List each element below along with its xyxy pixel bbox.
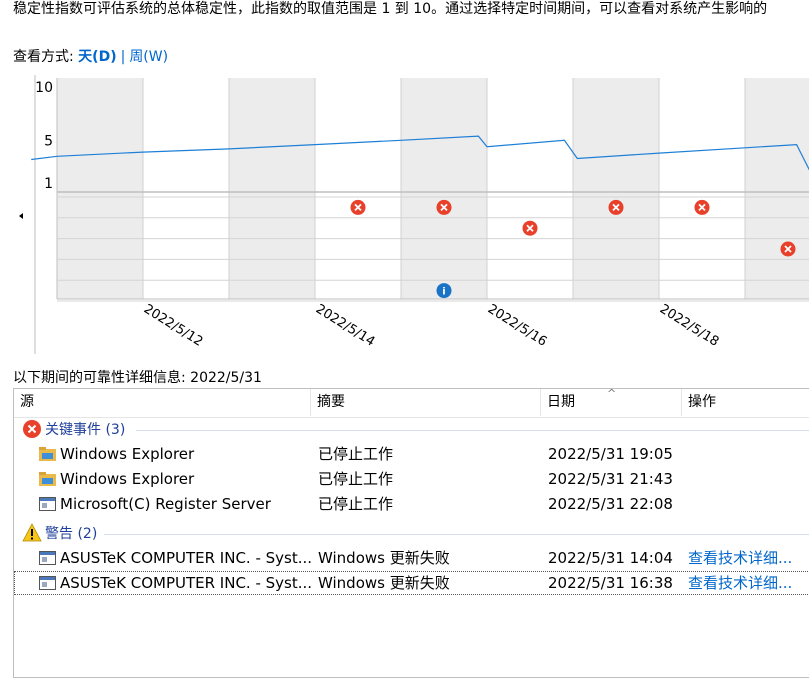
row-source: Windows Explorer — [60, 445, 195, 463]
chart-column-shade — [573, 78, 659, 299]
intro-text: 稳定性指数可评估系统的总体稳定性，此指数的取值范围是 1 到 10。通过选择特定… — [13, 1, 768, 17]
chart-background — [57, 78, 809, 299]
x-tick-label: 2022/5/16 — [485, 302, 549, 350]
x-tick-label: 2022/5/12 — [141, 302, 205, 350]
row-source: ASUSTeK COMPUTER INC. - Syst... — [60, 574, 313, 592]
column-header-summary[interactable]: 摘要 — [311, 389, 541, 416]
group-critical-events[interactable]: 关键事件 (3) — [22, 419, 125, 439]
y-tick-label: 1 — [44, 176, 53, 192]
x-axis-labels: 2022/5/122022/5/142022/5/162022/5/182022… — [141, 302, 721, 350]
row-summary: 已停止工作 — [318, 445, 394, 463]
warning-icon — [22, 523, 42, 542]
reliability-chart[interactable]: i 2022/5/122022/5/142022/5/162022/5/1820… — [13, 75, 809, 354]
row-source: Microsoft(C) Register Server — [60, 495, 271, 513]
chart-column-shade — [745, 78, 809, 299]
chart-column-shade — [401, 78, 487, 299]
column-header-source[interactable]: 源 — [14, 389, 311, 416]
row-summary: Windows 更新失败 — [318, 574, 450, 592]
critical-icon — [23, 420, 41, 438]
table-row[interactable]: Microsoft(C) Register Server 已停止工作 2022/… — [14, 492, 809, 516]
y-axis-labels: 10 5 1 — [35, 80, 53, 192]
view-by-bar: 查看方式: 天(D) | 周(W) — [13, 47, 168, 67]
folder-icon — [39, 472, 56, 486]
table-row[interactable]: ASUSTeK COMPUTER INC. - Syst... Windows … — [14, 546, 809, 570]
reliability-details-table: 源 摘要 日期 ^ 操作 关键事件 (3) Windows Explorer 已… — [13, 388, 809, 678]
group-divider — [136, 430, 809, 431]
app-icon — [39, 497, 56, 511]
view-by-day-link[interactable]: 天(D) — [78, 49, 116, 65]
sort-ascending-icon: ^ — [607, 388, 617, 400]
row-date: 2022/5/31 16:38 — [548, 574, 673, 592]
app-icon — [39, 551, 56, 565]
group-divider — [104, 534, 809, 535]
row-summary: 已停止工作 — [318, 495, 394, 513]
view-technical-details-link[interactable]: 查看技术详细... — [688, 546, 792, 570]
row-date: 2022/5/31 21:43 — [548, 470, 673, 488]
row-source: Windows Explorer — [60, 470, 195, 488]
group-label: 警告 (2) — [45, 526, 98, 542]
row-date: 2022/5/31 22:08 — [548, 495, 673, 513]
table-row[interactable]: Windows Explorer 已停止工作 2022/5/31 19:05 — [14, 442, 809, 466]
folder-icon — [39, 447, 56, 461]
row-date: 2022/5/31 19:05 — [548, 445, 673, 463]
group-warnings[interactable]: 警告 (2) — [22, 523, 97, 543]
view-by-separator: | — [120, 49, 126, 65]
y-tick-label: 5 — [44, 133, 53, 149]
group-label: 关键事件 (3) — [45, 422, 126, 438]
row-summary: Windows 更新失败 — [318, 549, 450, 567]
view-by-week-link[interactable]: 周(W) — [129, 49, 168, 65]
info-i-icon: i — [442, 287, 445, 298]
x-tick-label: 2022/5/14 — [313, 302, 377, 350]
table-row[interactable]: Windows Explorer 已停止工作 2022/5/31 21:43 — [14, 467, 809, 491]
y-tick-label: 10 — [35, 80, 53, 96]
row-summary: 已停止工作 — [318, 470, 394, 488]
table-row[interactable]: ASUSTeK COMPUTER INC. - Syst... Windows … — [14, 571, 809, 595]
app-icon — [39, 576, 56, 590]
view-technical-details-link[interactable]: 查看技术详细... — [688, 571, 792, 595]
view-by-label: 查看方式: — [13, 49, 79, 65]
chart-column-shade — [57, 78, 143, 299]
row-source: ASUSTeK COMPUTER INC. - Syst... — [60, 549, 313, 567]
x-tick-label: 2022/5/18 — [657, 302, 721, 350]
row-date: 2022/5/31 14:04 — [548, 549, 673, 567]
scroll-left-arrow-icon[interactable] — [19, 213, 23, 219]
details-label: 以下期间的可靠性详细信息: 2022/5/31 — [13, 370, 262, 386]
chart-column-shade — [229, 78, 315, 299]
column-header-action[interactable]: 操作 — [682, 389, 809, 416]
